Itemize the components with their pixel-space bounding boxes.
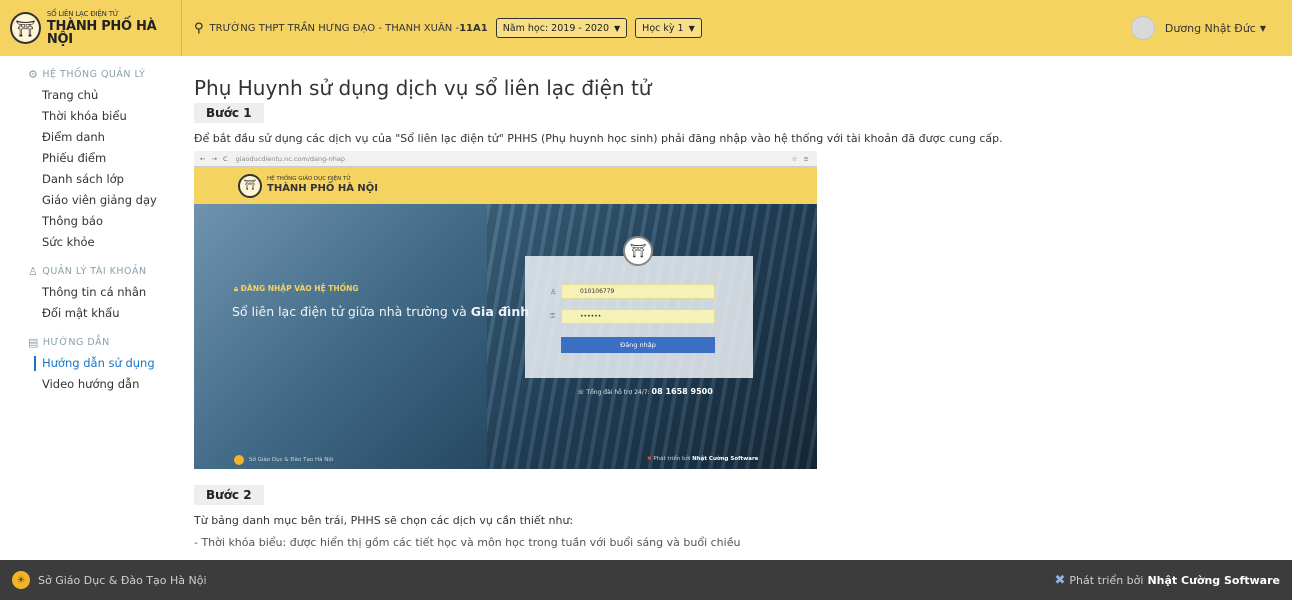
top-header: ⛩ SỔ LIÊN LẠC ĐIỆN TỬ THÀNH PHỐ HÀ NỘI ⚲… (0, 0, 1292, 56)
caret-down-icon: ▼ (1259, 23, 1266, 33)
class-name: 11A1 (459, 22, 488, 34)
user-menu[interactable]: Dương Nhật Đức ▼ (1130, 16, 1266, 40)
caret-down-icon: ▼ (614, 23, 621, 33)
inner-footer-right: ✖ Phát triển bởi Nhật Cường Software (647, 456, 759, 462)
sidebar-item-video-guide[interactable]: Video hướng dẫn (42, 374, 182, 395)
phone-icon: ☏ (577, 389, 587, 396)
page-title: Phụ Huynh sử dụng dịch vụ sổ liên lạc đi… (194, 76, 652, 100)
school-name: TRƯỜNG THPT TRẦN HƯNG ĐẠO - THANH XUÂN - (209, 22, 460, 34)
caret-down-icon: ▼ (688, 23, 695, 33)
inner-footer-left: Sở Giáo Dục & Đào Tạo Hà Nội (234, 455, 333, 465)
hanoi-emblem-icon: ⛩ (10, 12, 41, 44)
sidebar-item-profile[interactable]: Thông tin cá nhân (42, 282, 182, 303)
sidebar-section-account: ♙ QUẢN LÝ TÀI KHOẢN (28, 265, 147, 278)
department-logo-icon (234, 455, 244, 465)
sidebar-item-notifications[interactable]: Thông báo (42, 211, 182, 232)
sidebar-item-report-card[interactable]: Phiếu điểm (42, 148, 182, 169)
browser-toolbar: ← → C giaoducdientu.nc.com/dang-nhap ☆ ≡ (194, 151, 817, 167)
school-info: ⚲ TRƯỜNG THPT TRẦN HƯNG ĐẠO - THANH XUÂN… (194, 21, 488, 36)
library-background: 🔒︎ ĐĂNG NHẬP VÀO HỆ THỐNG Sổ liên lạc đi… (194, 204, 817, 469)
hanoi-emblem-icon: ⛩ (623, 236, 653, 266)
key-icon: ⚿ (550, 312, 556, 320)
step-2-badge: Bước 2 (194, 485, 264, 505)
login-heading: 🔒︎ ĐĂNG NHẬP VÀO HỆ THỐNG (234, 284, 359, 293)
login-panel: ⛩ ♙ 010106779 ⚿ •••••• Đăng nhập (525, 236, 753, 378)
sidebar-item-health[interactable]: Sức khỏe (42, 232, 182, 253)
brand-logo-link[interactable]: ⛩ SỔ LIÊN LẠC ĐIỆN TỬ THÀNH PHỐ HÀ NỘI (0, 0, 182, 56)
developer-logo-icon: ✖ (1054, 572, 1066, 588)
user-name: Dương Nhật Đức (1164, 21, 1256, 35)
sidebar: ⚙ HỆ THỐNG QUẢN LÝ Trang chủ Thời khóa bi… (0, 56, 182, 560)
user-icon: ♙ (28, 265, 39, 278)
school-year-select[interactable]: Năm học: 2019 - 2020 ▼ (495, 18, 628, 38)
sidebar-section-guide: ▤ HƯỚNG DẪN (28, 336, 110, 349)
main-content: Phụ Huynh sử dụng dịch vụ sổ liên lạc đi… (182, 56, 1292, 560)
inner-header: ⛩ HỆ THỐNG GIÁO DỤC ĐIỆN TỬ THÀNH PHỐ HÀ… (194, 167, 817, 204)
brand-subtitle: SỔ LIÊN LẠC ĐIỆN TỬ (46, 9, 119, 18)
username-field: ♙ 010106779 (550, 284, 715, 299)
page-footer: ☀ Sở Giáo Dục & Đào Tạo Hà Nội ✖ Phát tr… (0, 560, 1292, 600)
step-1-badge: Bước 1 (194, 103, 264, 123)
hanoi-emblem-icon: ⛩ (238, 173, 262, 198)
brand-title: THÀNH PHỐ HÀ NỘI (46, 18, 157, 47)
term-select[interactable]: Học kỳ 1 ▼ (635, 18, 702, 38)
department-logo-icon: ☀ (12, 571, 30, 589)
browser-url: giaoducdientu.nc.com/dang-nhap (235, 154, 345, 163)
tagline: Sổ liên lạc điện tử giữa nhà trường và G… (232, 304, 530, 319)
sidebar-item-teachers[interactable]: Giáo viên giảng dạy (42, 190, 182, 211)
browser-nav-icons: ← → C (200, 154, 230, 163)
sidebar-item-change-password[interactable]: Đổi mật khẩu (42, 303, 182, 324)
hotline: ☏ Tổng đài hỗ trợ 24/7: 08 1658 9500 (577, 387, 713, 396)
footer-department: Sở Giáo Dục & Đào Tạo Hà Nội (38, 573, 207, 587)
sidebar-section-management: ⚙ HỆ THỐNG QUẢN LÝ (28, 68, 146, 81)
step-2-list-item: - Thời khóa biểu: được hiển thị gồm các … (194, 536, 741, 549)
lock-icon: 🔒︎ (234, 284, 241, 293)
footer-credit[interactable]: ✖ Phát triển bởi Nhật Cường Software (1054, 573, 1280, 588)
gear-icon: ⚙ (28, 68, 39, 81)
document-icon: ▤ (28, 336, 39, 349)
sidebar-item-home[interactable]: Trang chủ (42, 85, 182, 106)
map-pin-icon: ⚲ (194, 20, 204, 36)
sidebar-item-attendance[interactable]: Điểm danh (42, 127, 182, 148)
password-field: ⚿ •••••• (550, 309, 715, 324)
avatar (1130, 16, 1155, 40)
browser-actions-icons: ☆ ≡ (791, 154, 811, 163)
step-1-text: Để bắt đầu sử dụng các dịch vụ của "Sổ l… (194, 132, 1003, 145)
sidebar-item-user-guide[interactable]: Hướng dẫn sử dụng (34, 353, 182, 374)
user-icon: ♙ (550, 287, 557, 296)
login-page-screenshot: ← → C giaoducdientu.nc.com/dang-nhap ☆ ≡… (194, 151, 817, 469)
sidebar-item-class-list[interactable]: Danh sách lớp (42, 169, 182, 190)
login-button: Đăng nhập (561, 337, 715, 353)
step-2-text: Từ bảng danh mục bên trái, PHHS sẽ chọn … (194, 514, 574, 527)
sidebar-item-timetable[interactable]: Thời khóa biểu (42, 106, 182, 127)
